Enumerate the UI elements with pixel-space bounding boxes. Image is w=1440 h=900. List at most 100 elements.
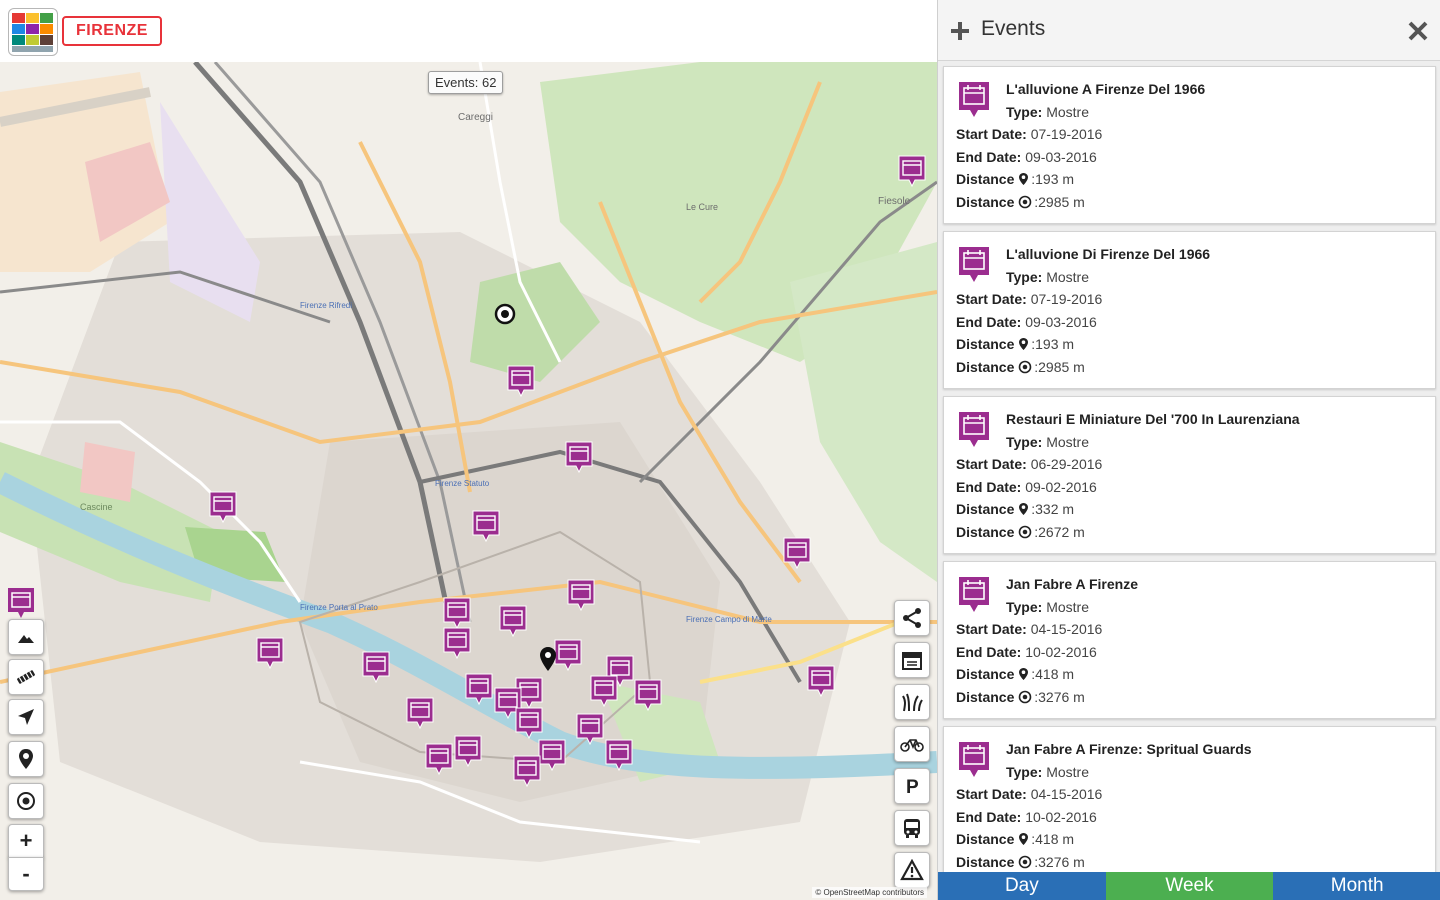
navigate-button[interactable]: [8, 699, 44, 735]
event-marker[interactable]: [471, 509, 501, 543]
zoom-out-icon: -: [22, 861, 30, 886]
event-end-value: 10-02-2016: [1025, 644, 1097, 660]
event-marker[interactable]: [589, 674, 619, 708]
event-marker[interactable]: [604, 738, 634, 772]
event-calendar-icon: [256, 637, 284, 670]
event-calendar-icon: [406, 697, 434, 730]
calendar-button[interactable]: [894, 642, 930, 678]
event-marker[interactable]: [566, 578, 596, 612]
event-marker[interactable]: [564, 440, 594, 474]
event-filter-button[interactable]: [6, 588, 36, 618]
event-marker[interactable]: [424, 742, 454, 776]
tab-day[interactable]: Day: [938, 872, 1106, 900]
city-badge[interactable]: FIRENZE: [62, 16, 162, 46]
event-card[interactable]: Restauri E Miniature Del '700 In Laurenz…: [943, 396, 1436, 554]
bus-button[interactable]: [894, 810, 930, 846]
event-marker[interactable]: [575, 712, 605, 746]
firenze-app-logo-icon[interactable]: [8, 8, 58, 56]
event-calendar-icon: [507, 365, 535, 398]
event-card[interactable]: Jan Fabre A Firenze: Spritual Guards Type…: [943, 726, 1436, 872]
events-panel-title: Events: [981, 17, 1046, 40]
plus-icon[interactable]: [949, 20, 971, 42]
event-end-value: 09-03-2016: [1025, 149, 1097, 165]
locate-me-button[interactable]: [8, 783, 44, 819]
terrain-layer-button[interactable]: [8, 619, 44, 655]
event-end-row: End Date: 09-03-2016: [956, 314, 1097, 330]
event-calendar-icon: [465, 673, 493, 706]
zoom-in-button[interactable]: +: [8, 824, 44, 858]
target-icon: [1018, 360, 1032, 377]
railway-layer-button[interactable]: [8, 659, 44, 695]
selected-place-pin-icon[interactable]: [539, 646, 557, 672]
event-calendar-icon: [957, 410, 991, 450]
map-label-cascine: Cascine: [80, 502, 113, 512]
tab-month[interactable]: Month: [1273, 872, 1440, 900]
event-start-row: Start Date: 06-29-2016: [956, 456, 1102, 472]
event-end-value: 09-02-2016: [1025, 479, 1097, 495]
event-distance-label: Distance: [956, 171, 1015, 187]
event-card[interactable]: L'alluvione A Firenze Del 1966 Type: Most…: [943, 66, 1436, 224]
event-marker[interactable]: [498, 604, 528, 638]
event-calendar-icon: [576, 713, 604, 746]
event-end-row: End Date: 10-02-2016: [956, 644, 1097, 660]
event-start-value: 06-29-2016: [1030, 456, 1103, 472]
event-marker[interactable]: [782, 536, 812, 570]
map-pin-icon: [1018, 502, 1029, 519]
event-calendar-icon: [807, 665, 835, 698]
parking-button[interactable]: P: [894, 768, 930, 804]
map-label-campo-di-marte: Firenze Campo di Marte: [686, 615, 772, 624]
event-walk-distance-row: Distance :332 m: [956, 501, 1074, 519]
event-type-value: Mostre: [1046, 764, 1089, 780]
map-pin-icon: [1018, 667, 1029, 684]
event-card[interactable]: L'alluvione Di Firenze Del 1966 Type: Mos…: [943, 231, 1436, 389]
event-calendar-icon: [898, 155, 926, 188]
event-marker[interactable]: [514, 706, 544, 740]
event-marker[interactable]: [553, 638, 583, 672]
grass-button[interactable]: [894, 684, 930, 720]
pin-button[interactable]: [8, 741, 44, 777]
event-marker[interactable]: [405, 696, 435, 730]
event-start-label: Start Date:: [956, 621, 1027, 637]
event-end-label: End Date:: [956, 479, 1022, 495]
map-base-layer: Careggi Fiesole Firenze Rifredi Firenze …: [0, 62, 937, 900]
event-type-row: Type: Mostre: [1006, 764, 1089, 780]
event-marker[interactable]: [442, 596, 472, 630]
events-count-label: Events: 62: [428, 71, 504, 94]
event-card[interactable]: Jan Fabre A Firenze Type: Mostre Start Dat…: [943, 561, 1436, 719]
share-button[interactable]: [894, 600, 930, 636]
event-list[interactable]: L'alluvione A Firenze Del 1966 Type: Most…: [938, 62, 1440, 872]
bicycle-button[interactable]: [894, 726, 930, 762]
zoom-out-button[interactable]: -: [8, 857, 44, 891]
event-marker[interactable]: [255, 636, 285, 670]
map-view[interactable]: Careggi Fiesole Firenze Rifredi Firenze …: [0, 62, 937, 900]
event-marker[interactable]: [512, 754, 542, 788]
event-marker[interactable]: [208, 490, 238, 524]
event-type-row: Type: Mostre: [1006, 269, 1089, 285]
event-distance-label: Distance: [956, 336, 1015, 352]
event-marker[interactable]: [633, 678, 663, 712]
event-start-value: 07-19-2016: [1030, 291, 1103, 307]
close-icon[interactable]: [1407, 20, 1429, 42]
event-calendar-icon: [499, 605, 527, 638]
bus-icon: [904, 819, 920, 838]
event-calendar-icon: [634, 679, 662, 712]
event-marker[interactable]: [806, 664, 836, 698]
event-type-value: Mostre: [1046, 104, 1089, 120]
event-end-value: 10-02-2016: [1025, 809, 1097, 825]
event-marker[interactable]: [464, 672, 494, 706]
event-type-label: Type:: [1006, 269, 1043, 285]
event-marker[interactable]: [442, 626, 472, 660]
warning-icon: [900, 859, 924, 881]
map-pin-icon: [19, 749, 33, 769]
event-type-row: Type: Mostre: [1006, 599, 1089, 615]
event-marker[interactable]: [453, 734, 483, 768]
tab-week[interactable]: Week: [1105, 872, 1274, 900]
event-marker[interactable]: [506, 364, 536, 398]
event-end-label: End Date:: [956, 314, 1022, 330]
event-marker[interactable]: [361, 650, 391, 684]
warning-button[interactable]: [894, 852, 930, 888]
target-icon: [17, 792, 35, 810]
event-marker[interactable]: [897, 154, 927, 188]
map-attribution[interactable]: © OpenStreetMap contributors: [812, 887, 927, 898]
event-drive-distance-value: :2985 m: [1034, 194, 1085, 210]
